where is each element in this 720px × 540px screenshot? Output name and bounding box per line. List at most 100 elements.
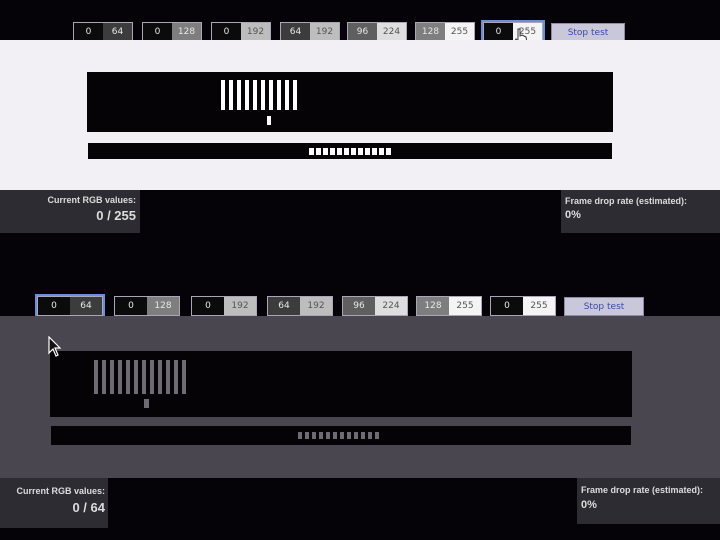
preset-button-0-64[interactable]: 0 64 [35, 294, 105, 318]
motion-bar [221, 80, 225, 110]
motion-bar [126, 360, 130, 394]
preset-button-0-128[interactable]: 0 128 [114, 296, 180, 316]
preset-button-64-192[interactable]: 64 192 [280, 22, 340, 42]
sync-dot [354, 432, 358, 439]
top-sync-strip [88, 143, 612, 159]
preset-low: 96 [343, 297, 375, 315]
motion-bar [142, 360, 146, 394]
preset-high: 224 [375, 297, 407, 315]
preset-high: 192 [224, 297, 256, 315]
motion-bar [174, 360, 178, 394]
bottom-drop-box: Frame drop rate (estimated): 0% [577, 478, 720, 524]
frame-drop-value: 0% [565, 209, 581, 221]
preset-low: 128 [417, 297, 449, 315]
preset-high: 255 [523, 297, 555, 315]
preset-high: 224 [377, 23, 406, 41]
sync-dot [365, 148, 370, 155]
motion-bar [118, 360, 122, 394]
motion-bar [182, 360, 186, 394]
top-rgb-box: Current RGB values: 0 / 255 [0, 190, 140, 233]
motion-bar [134, 360, 138, 394]
preset-high: 64 [103, 23, 132, 41]
bottom-test-panel [0, 316, 720, 478]
sync-dot [375, 432, 379, 439]
current-rgb-value: 0 / 64 [72, 500, 105, 515]
preset-button-0-128[interactable]: 0 128 [142, 22, 202, 42]
mouse-pointer-icon [48, 336, 62, 357]
motion-bar [237, 80, 241, 110]
bottom-sync-strip [51, 426, 631, 445]
preset-button-96-224[interactable]: 96 224 [342, 296, 408, 316]
preset-button-96-224[interactable]: 96 224 [347, 22, 407, 42]
top-motion-marker [267, 116, 271, 125]
preset-high: 192 [300, 297, 332, 315]
preset-high: 192 [310, 23, 339, 41]
sync-dot [309, 148, 314, 155]
preset-button-0-255[interactable]: 0 255 [490, 296, 556, 316]
motion-bar [293, 80, 297, 110]
motion-bar [269, 80, 273, 110]
motion-bar [94, 360, 98, 394]
preset-low: 0 [192, 297, 224, 315]
current-rgb-label: Current RGB values: [47, 195, 136, 205]
motion-bar [285, 80, 289, 110]
sync-dot [351, 148, 356, 155]
preset-low: 96 [348, 23, 377, 41]
preset-button-0-64[interactable]: 0 64 [73, 22, 133, 42]
top-motion-track [87, 72, 613, 132]
frame-drop-value: 0% [581, 499, 597, 511]
sync-dot [312, 432, 316, 439]
preset-high: 128 [147, 297, 179, 315]
sync-dot [386, 148, 391, 155]
current-rgb-label: Current RGB values: [16, 486, 105, 496]
motion-bar [158, 360, 162, 394]
top-test-panel [0, 40, 720, 190]
motion-bar [277, 80, 281, 110]
sync-dot [337, 148, 342, 155]
sync-dot [330, 148, 335, 155]
preset-low: 0 [212, 23, 241, 41]
preset-high: 192 [241, 23, 270, 41]
preset-button-128-255[interactable]: 128 255 [415, 22, 475, 42]
preset-button-128-255[interactable]: 128 255 [416, 296, 482, 316]
preset-high: 64 [70, 297, 102, 315]
frame-drop-label: Frame drop rate (estimated): [565, 196, 688, 206]
sync-dot [333, 432, 337, 439]
sync-dot [372, 148, 377, 155]
frame-drop-label: Frame drop rate (estimated): [581, 485, 704, 495]
preset-low: 0 [74, 23, 103, 41]
sync-dot [340, 432, 344, 439]
motion-bar [150, 360, 154, 394]
sync-dot [358, 148, 363, 155]
sync-dot [347, 432, 351, 439]
bottom-rgb-box: Current RGB values: 0 / 64 [0, 478, 108, 528]
preset-button-0-192[interactable]: 0 192 [211, 22, 271, 42]
sync-dot [323, 148, 328, 155]
motion-bar [245, 80, 249, 110]
motion-bar [261, 80, 265, 110]
preset-low: 0 [143, 23, 172, 41]
motion-bar [166, 360, 170, 394]
motion-bar [229, 80, 233, 110]
preset-button-64-192[interactable]: 64 192 [267, 296, 333, 316]
preset-high: 255 [445, 23, 474, 41]
current-rgb-value: 0 / 255 [96, 208, 136, 223]
sync-dot [379, 148, 384, 155]
bottom-motion-track [50, 351, 632, 417]
motion-bar [253, 80, 257, 110]
preset-low: 0 [491, 297, 523, 315]
sync-dot [361, 432, 365, 439]
motion-bar [102, 360, 106, 394]
preset-low: 0 [484, 23, 513, 41]
sync-dot [326, 432, 330, 439]
preset-button-0-192[interactable]: 0 192 [191, 296, 257, 316]
stop-test-button[interactable]: Stop test [564, 297, 644, 316]
preset-low: 0 [115, 297, 147, 315]
bottom-motion-marker [144, 399, 149, 408]
preset-low: 0 [38, 297, 70, 315]
preset-low: 128 [416, 23, 445, 41]
preset-low: 64 [268, 297, 300, 315]
sync-dot [305, 432, 309, 439]
sync-dot [319, 432, 323, 439]
top-drop-box: Frame drop rate (estimated): 0% [561, 190, 720, 233]
